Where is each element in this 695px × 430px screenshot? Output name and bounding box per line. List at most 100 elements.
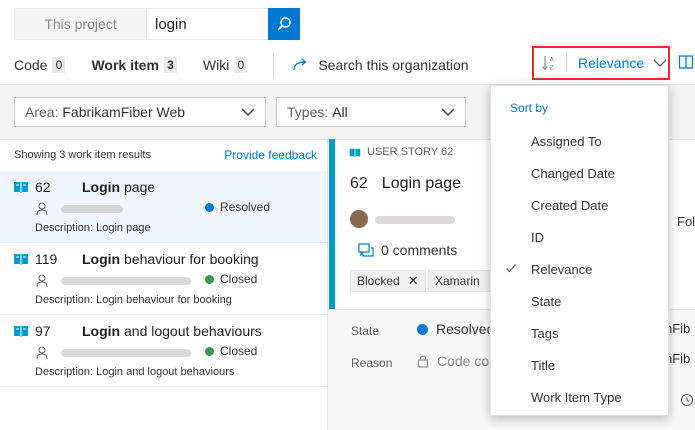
chevron-down-icon: [441, 108, 455, 116]
item-description: Description: Login and logout behaviours: [35, 366, 235, 378]
sort-option-label: Title: [531, 357, 556, 373]
comments-link[interactable]: 0 comments: [358, 242, 457, 258]
status-dot: [417, 323, 428, 335]
status-text: Resolved: [220, 200, 271, 214]
chevron-down-icon: [653, 59, 667, 67]
detail-title: 62 Login page: [350, 175, 461, 193]
detail-type-label: USER STORY 62: [367, 146, 454, 158]
item-id: 62: [35, 179, 51, 195]
sort-menu-header: Sort by: [510, 101, 549, 115]
area-filter-key: Area:: [25, 104, 59, 120]
item-title: Login and logout behaviours: [82, 323, 262, 339]
comments-count: 0 comments: [381, 242, 458, 258]
search-scope[interactable]: This project: [14, 8, 146, 40]
item-description: Description: Login page: [35, 222, 151, 234]
results-list: 62 Login page Resolved Description: Logi…: [0, 171, 327, 387]
svg-text:A: A: [550, 56, 555, 64]
search-input[interactable]: login: [146, 8, 268, 40]
sort-option-label: Work Item Type: [531, 389, 622, 405]
item-title: Login behaviour for booking: [82, 251, 259, 267]
book-icon: [349, 148, 361, 157]
tab-code[interactable]: Code 0: [14, 52, 66, 78]
list-item[interactable]: 119 Login behaviour for booking Closed D…: [0, 243, 327, 315]
tag-label: Xamarin: [435, 274, 480, 288]
assignee-redacted: [375, 216, 455, 224]
tab-code-count: 0: [52, 57, 66, 73]
detail-title-text: Login page: [381, 175, 461, 192]
list-item[interactable]: 97 Login and logout behaviours Closed De…: [0, 315, 327, 387]
item-title-match: Login: [82, 251, 121, 267]
detail-id: 62: [350, 175, 368, 192]
sort-option-relevance[interactable]: Relevance: [491, 253, 668, 285]
follow-button[interactable]: Foll: [677, 214, 695, 229]
redo-arrow-icon: [293, 58, 307, 71]
history-icon[interactable]: [680, 393, 694, 407]
search-organization-label: Search this organization: [318, 57, 469, 73]
book-icon: [14, 254, 28, 265]
detail-type: USER STORY 62: [349, 146, 453, 158]
close-icon[interactable]: ✕: [408, 273, 419, 289]
sort-option-changed-date[interactable]: Changed Date: [491, 157, 668, 189]
item-title: Login page: [82, 179, 155, 195]
item-id: 119: [35, 251, 58, 267]
area-filter[interactable]: Area: FabrikamFiber Web: [14, 97, 266, 127]
assignee-redacted: [61, 277, 191, 285]
item-title-match: Login: [82, 179, 121, 195]
search-tabs: Code 0 Work item 3 Wiki 0 Search this or…: [14, 52, 469, 86]
item-title-match: Login: [82, 323, 121, 339]
sort-separator: [566, 54, 567, 72]
search-organization-link[interactable]: Search this organization: [292, 57, 469, 73]
list-item[interactable]: 62 Login page Resolved Description: Logi…: [0, 171, 327, 243]
tab-work-item-label: Work item: [91, 57, 159, 73]
state-value[interactable]: Resolved: [417, 321, 494, 337]
tab-wiki-count: 0: [234, 57, 248, 73]
sort-icon: A Z: [542, 56, 555, 72]
sort-menu: Sort by Assigned To Changed Date Created…: [490, 85, 669, 416]
sort-option-label: Created Date: [531, 197, 609, 213]
book-icon: [14, 326, 28, 337]
tag-chip[interactable]: Blocked ✕: [350, 270, 426, 292]
svg-text:Z: Z: [550, 64, 555, 72]
sort-option-tags[interactable]: Tags: [491, 317, 668, 349]
search-button[interactable]: [268, 8, 300, 40]
state-label: State: [351, 324, 380, 338]
status-badge: Closed: [205, 272, 257, 286]
item-title-rest: behaviour for booking: [120, 251, 259, 267]
status-badge: Resolved: [205, 200, 270, 214]
reason-label: Reason: [351, 356, 393, 370]
types-filter-value: All: [332, 104, 348, 120]
status-dot: [205, 346, 214, 356]
sort-option-label: Tags: [531, 325, 559, 341]
sort-option-created-date[interactable]: Created Date: [491, 189, 668, 221]
sort-option-work-item-type[interactable]: Work Item Type: [491, 381, 668, 413]
checkmark-icon: [506, 264, 516, 273]
assignee-redacted: [61, 349, 191, 357]
item-id: 97: [35, 323, 51, 339]
tag-label: Blocked: [357, 274, 400, 288]
status-dot: [205, 274, 214, 284]
item-title-rest: and logout behaviours: [120, 323, 262, 339]
provide-feedback-link[interactable]: Provide feedback: [224, 148, 317, 162]
person-icon: [36, 202, 48, 216]
tag-chip[interactable]: Xamarin: [428, 270, 490, 292]
status-dot: [205, 202, 214, 212]
work-item-color-bar: [329, 139, 335, 309]
sort-option-title[interactable]: Title: [491, 349, 668, 381]
status-text: Closed: [220, 344, 258, 358]
search-icon: [277, 17, 291, 31]
sort-option-state[interactable]: State: [491, 285, 668, 317]
sort-label: Relevance: [578, 55, 645, 71]
tab-wiki[interactable]: Wiki 0: [203, 52, 248, 78]
assignee-redacted: [61, 205, 123, 213]
sort-option-assigned-to[interactable]: Assigned To: [491, 125, 668, 157]
tab-work-item-count: 3: [163, 57, 177, 73]
status-badge: Closed: [205, 344, 257, 358]
types-filter[interactable]: Types: All: [276, 97, 466, 127]
area-filter-value: FabrikamFiber Web: [62, 104, 186, 120]
book-icon: [14, 182, 28, 193]
tab-work-item[interactable]: Work item 3: [91, 52, 178, 86]
preview-pane-toggle[interactable]: [678, 54, 694, 73]
sort-option-label: State: [531, 293, 562, 309]
sort-dropdown[interactable]: A Z Relevance: [532, 46, 670, 80]
sort-option-id[interactable]: ID: [491, 221, 668, 253]
